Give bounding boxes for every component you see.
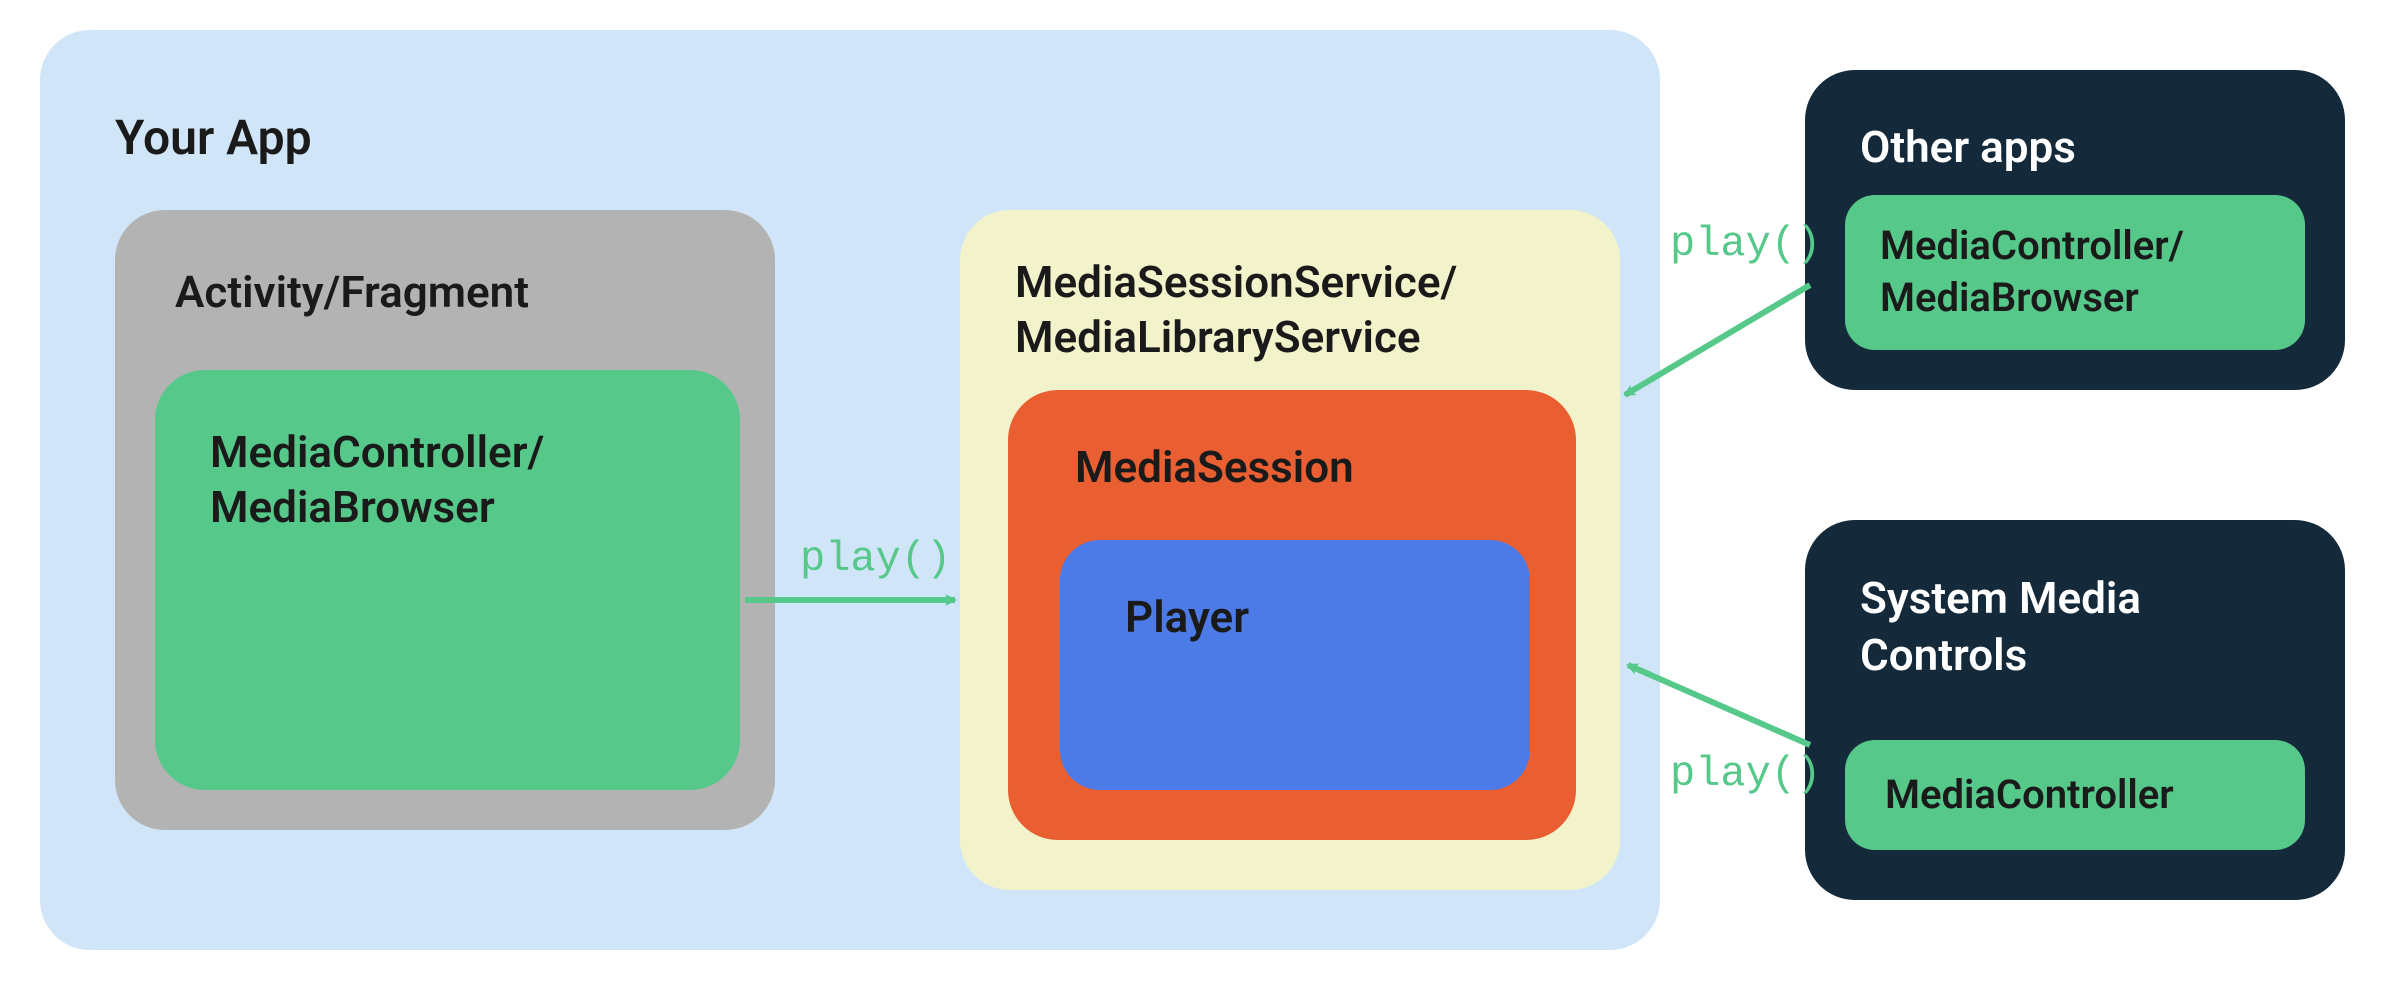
player-label: Player	[1125, 590, 1249, 645]
play-label-other: play()	[1670, 220, 1821, 268]
diagram-canvas: Your App Activity/Fragment MediaControll…	[0, 0, 2384, 990]
activity-title: Activity/Fragment	[175, 265, 529, 320]
player-box	[1060, 540, 1530, 790]
system-controls-title: System Media Controls	[1860, 570, 2141, 684]
activity-controller-label: MediaController/ MediaBrowser	[210, 425, 544, 535]
your-app-title: Your App	[115, 108, 312, 168]
mediasession-label: MediaSession	[1075, 440, 1354, 495]
play-label-system: play()	[1670, 750, 1821, 798]
play-label-internal: play()	[800, 535, 951, 583]
other-apps-title: Other apps	[1860, 120, 2076, 175]
system-controls-controller-label: MediaController	[1885, 770, 2174, 820]
other-apps-controller-label: MediaController/ MediaBrowser	[1880, 220, 2184, 324]
service-title: MediaSessionService/ MediaLibraryService	[1015, 255, 1457, 365]
